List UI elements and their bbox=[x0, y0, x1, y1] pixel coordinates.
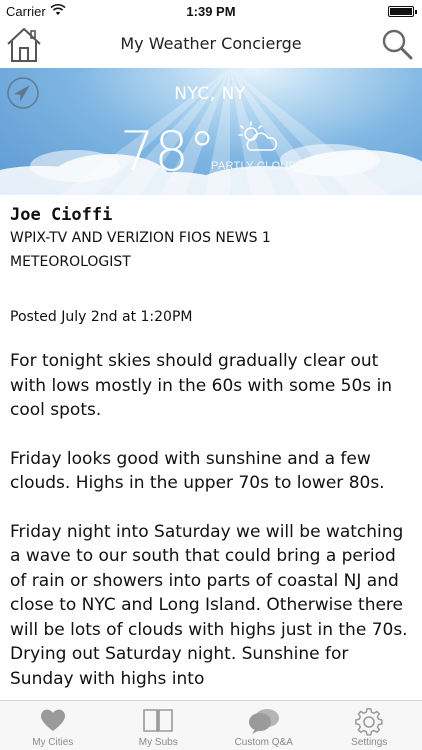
author-title-line2: METEOROLOGIST bbox=[10, 254, 131, 270]
tab-my-cities[interactable]: My Cities bbox=[0, 701, 106, 750]
gear-icon bbox=[355, 708, 383, 736]
tab-bar: My Cities My Subs Custom Q&A Settings bbox=[0, 700, 422, 750]
status-bar: Carrier 1:39 PM bbox=[0, 0, 422, 22]
location-arrow-icon[interactable] bbox=[6, 76, 40, 110]
article-paragraph: Friday looks good with sunshine and a fe… bbox=[10, 448, 385, 494]
status-time: 1:39 PM bbox=[186, 4, 236, 19]
heart-icon bbox=[40, 709, 65, 731]
city-name: NYC, NY bbox=[174, 84, 246, 104]
tab-label: My Subs bbox=[138, 737, 178, 748]
chat-bubbles-icon bbox=[248, 709, 279, 734]
nav-bar: My Weather Concierge bbox=[0, 22, 422, 68]
posted-date: Posted July 2nd at 1:20PM bbox=[10, 309, 193, 325]
tab-label: Settings bbox=[351, 737, 388, 748]
book-icon bbox=[143, 709, 174, 732]
tab-label: Custom Q&A bbox=[234, 737, 293, 748]
condition-label: PARTLY CLOUDY bbox=[211, 160, 305, 172]
battery-icon bbox=[388, 6, 417, 17]
author-name: Joe Cioffi bbox=[10, 205, 113, 225]
tab-custom-qa[interactable]: Custom Q&A bbox=[211, 701, 317, 750]
temperature-value: 78° bbox=[120, 120, 216, 183]
search-icon[interactable] bbox=[380, 27, 414, 61]
partly-cloudy-icon bbox=[238, 121, 278, 151]
article-paragraph: For tonight skies should gradually clear… bbox=[10, 351, 393, 420]
author-title-line1: WPIX-TV AND VERIZION FIOS NEWS 1 bbox=[10, 230, 271, 246]
tab-my-subs[interactable]: My Subs bbox=[106, 701, 212, 750]
page-title: My Weather Concierge bbox=[120, 34, 302, 53]
article-paragraph: Friday night into Saturday we will be wa… bbox=[10, 521, 408, 689]
article-content[interactable]: Joe Cioffi WPIX-TV AND VERIZION FIOS NEW… bbox=[0, 195, 422, 700]
tab-label: My Cities bbox=[32, 737, 74, 748]
weather-banner[interactable]: NYC, NY 78° PARTLY CLOUDY bbox=[0, 68, 422, 195]
tab-settings[interactable]: Settings bbox=[317, 701, 422, 750]
